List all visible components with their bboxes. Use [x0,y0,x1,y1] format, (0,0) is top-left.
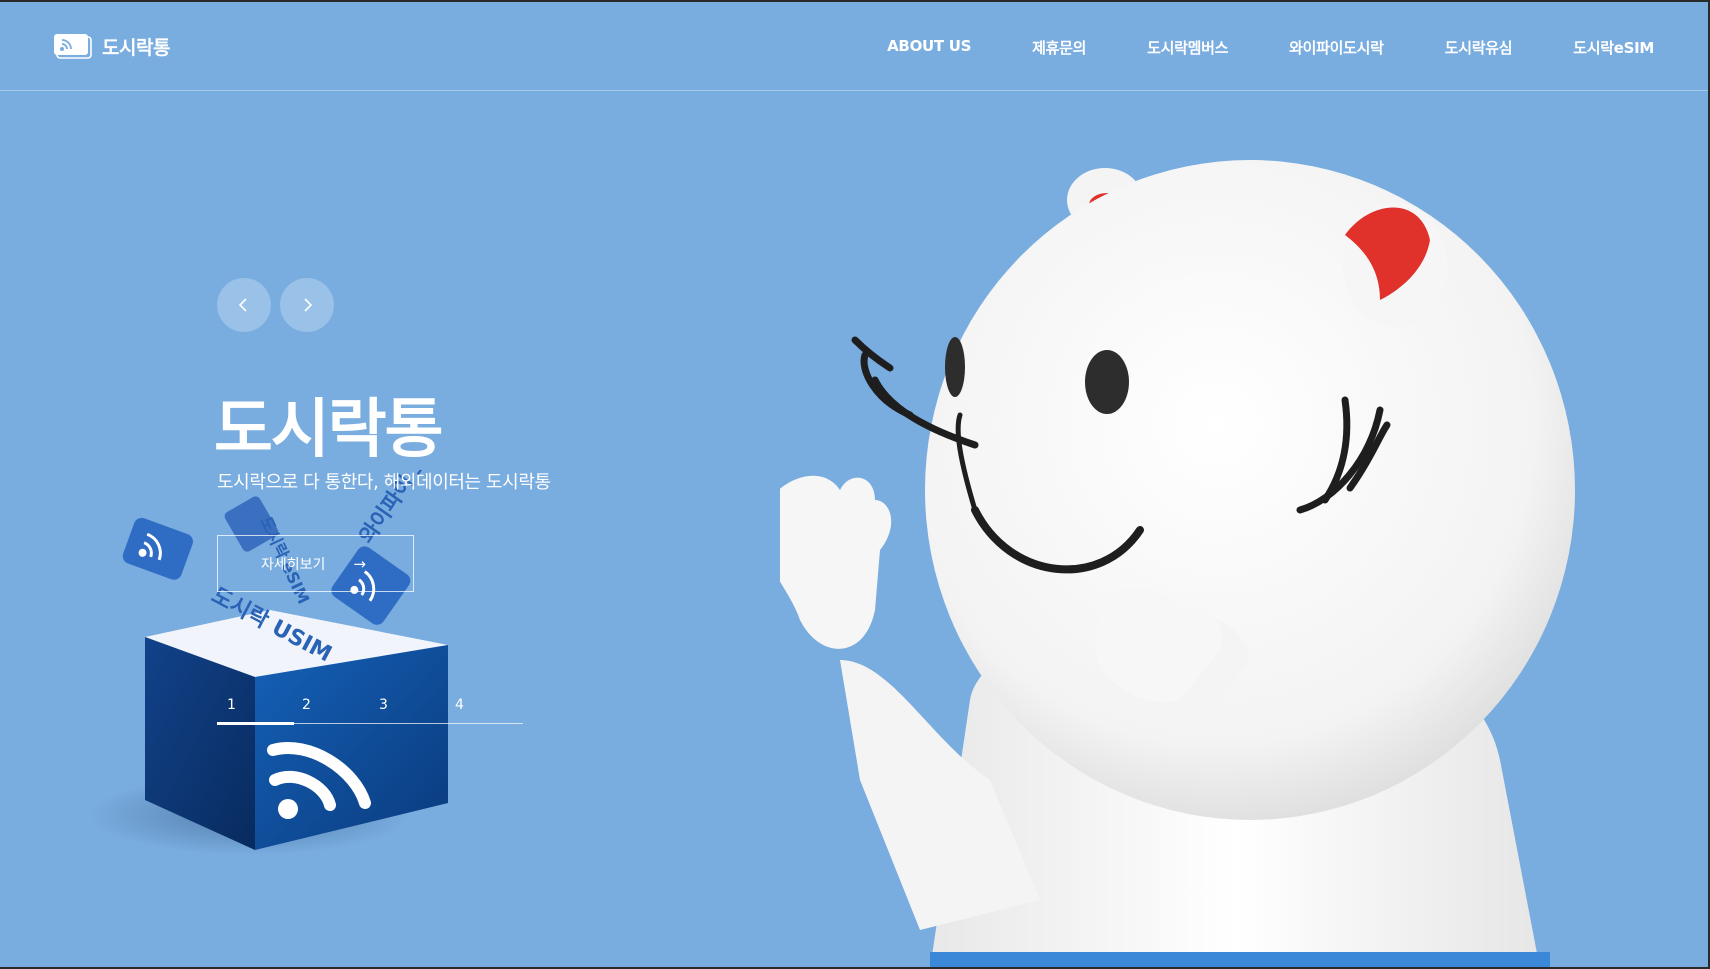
dosirak-box-illustration: 도시락 USIM 도시락 eSIM 와이파이 도시락 [90,470,456,855]
main-nav: ABOUT US 제휴문의 도시락멤버스 와이파이도시락 도시락유심 도시락eS… [826,37,1654,58]
view-details-button[interactable]: 자세히보기 → [217,535,414,592]
nav-members[interactable]: 도시락멤버스 [1147,37,1228,58]
view-details-label: 자세히보기 [261,556,326,573]
chevron-right-icon [304,298,313,312]
pager-item-4[interactable]: 4 [455,697,464,713]
dosirak-logo-icon [54,34,92,59]
nav-partnership[interactable]: 제휴문의 [1032,37,1086,58]
hero-subtitle: 도시락으로 다 통한다, 해외데이터는 도시락통 [217,472,551,493]
hero-page: 도시락통 ABOUT US 제휴문의 도시락멤버스 와이파이도시락 도시락유심 … [0,0,1710,969]
pager-item-2[interactable]: 2 [302,697,311,713]
nav-wifi-dosirak[interactable]: 와이파이도시락 [1289,37,1384,58]
nav-about-us[interactable]: ABOUT US [887,37,971,58]
chevron-left-icon [238,298,247,312]
slider-next-button[interactable] [280,278,334,332]
top-border [0,0,1710,2]
hero-title: 도시락통 [214,393,444,467]
site-header: 도시락통 ABOUT US 제휴문의 도시락멤버스 와이파이도시락 도시락유심 … [0,2,1710,91]
slider-prev-button[interactable] [217,278,271,332]
slider-pagination: 1 2 3 4 [217,697,523,725]
pager-item-3[interactable]: 3 [379,697,388,713]
nav-esim[interactable]: 도시락eSIM [1573,37,1654,58]
site-logo[interactable]: 도시락통 [54,32,170,60]
mascot-bear-image [780,160,1575,969]
pager-active-indicator [217,722,294,725]
nav-usim[interactable]: 도시락유심 [1445,37,1513,58]
logo-text: 도시락통 [102,36,170,59]
arrow-right-icon: → [353,554,366,573]
pager-item-1[interactable]: 1 [227,697,236,713]
